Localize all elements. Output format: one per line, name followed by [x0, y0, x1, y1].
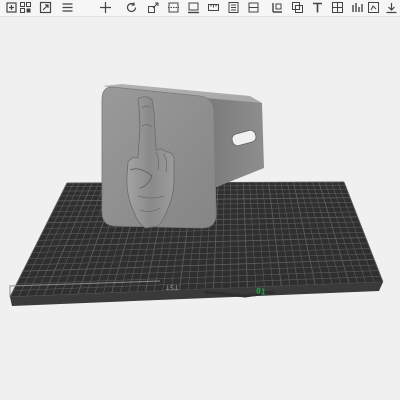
axis-indicator-label: 01	[255, 286, 267, 297]
build-plate-scene: TST	[9, 84, 384, 306]
bed-label: TST	[165, 283, 178, 291]
3d-viewport[interactable]: TST 01	[0, 17, 400, 400]
